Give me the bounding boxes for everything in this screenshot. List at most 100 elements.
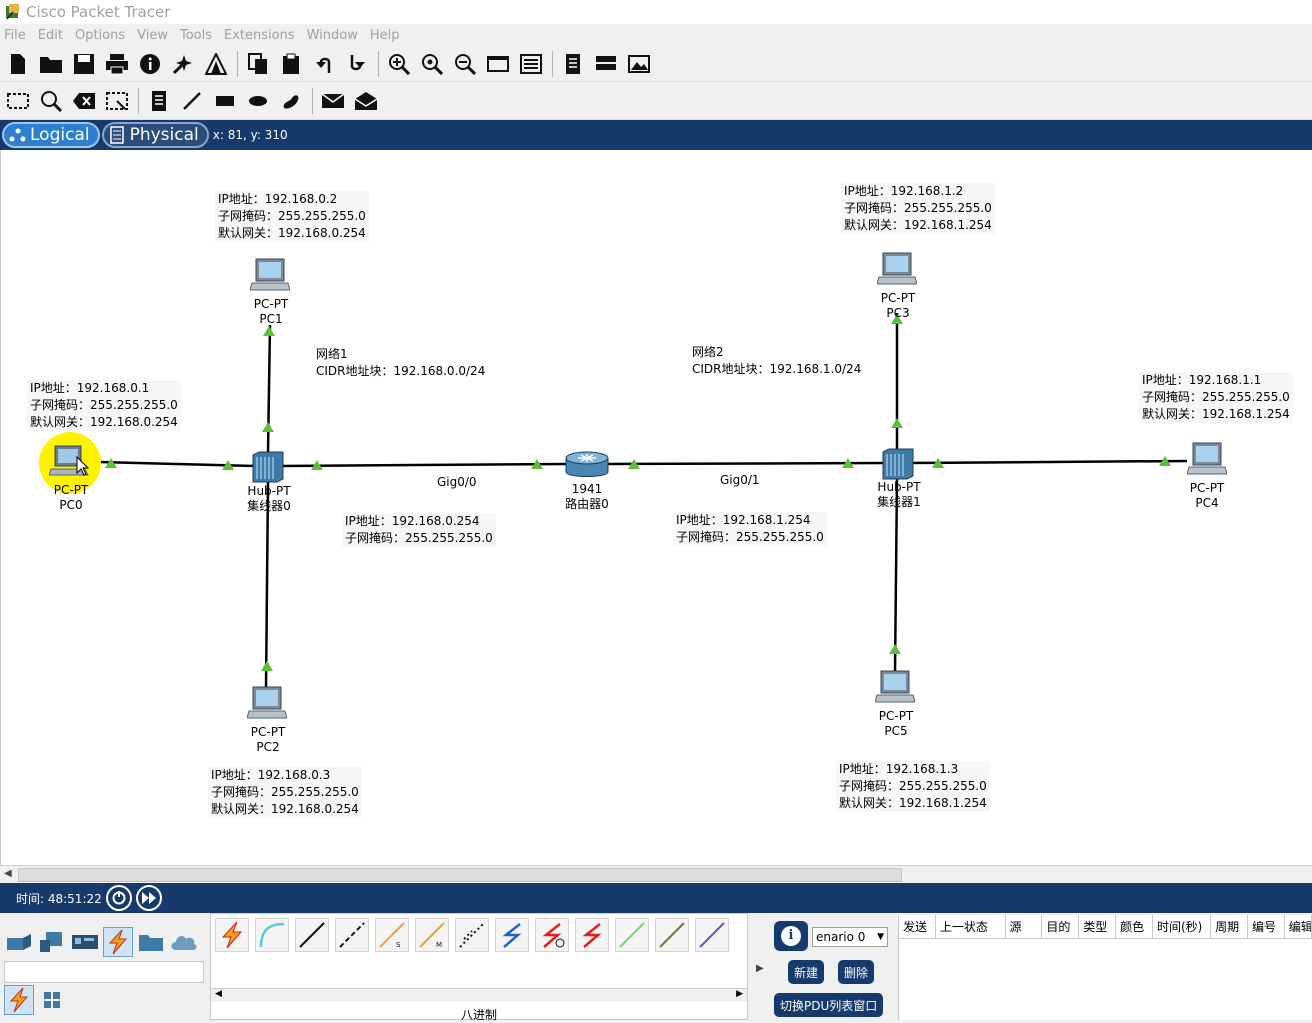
menu-extensions[interactable]: Extensions <box>224 28 295 43</box>
multiuser-button[interactable] <box>169 927 199 957</box>
new-scenario-button[interactable]: 新建 <box>788 960 825 984</box>
note-network2[interactable]: 网络2 CIDR地址块：192.168.1.0/24 <box>689 344 864 378</box>
pc0-icon[interactable] <box>49 445 89 477</box>
workspace-hscrollbar[interactable]: ◀ <box>0 865 1312 883</box>
info-button[interactable] <box>136 50 164 78</box>
subcategory-grid-button[interactable] <box>37 985 67 1015</box>
crossover-button[interactable] <box>335 918 369 952</box>
copy-button[interactable] <box>244 50 272 78</box>
column-header[interactable]: 类型 <box>1079 915 1117 938</box>
pc1-icon[interactable] <box>250 258 290 292</box>
pc5-icon[interactable] <box>875 670 915 704</box>
scroll-thumb[interactable] <box>18 868 902 882</box>
end-devices-button[interactable] <box>37 927 67 957</box>
delete-scenario-button[interactable]: 删除 <box>838 960 875 984</box>
usb-button[interactable] <box>655 918 689 952</box>
column-header[interactable]: 编辑 <box>1285 915 1312 938</box>
iot-custom-button[interactable] <box>615 918 649 952</box>
console-cable-button[interactable] <box>255 918 289 952</box>
phone-button[interactable]: M <box>415 918 449 952</box>
open-button[interactable] <box>37 50 65 78</box>
connection-scrollbar[interactable]: ◀ ▶ <box>211 988 747 1002</box>
inspect-tool-button[interactable] <box>37 87 65 115</box>
save-button[interactable] <box>70 50 98 78</box>
hub1-icon[interactable] <box>881 448 915 480</box>
coaxial-button[interactable] <box>455 918 489 952</box>
column-header[interactable]: 源 <box>1006 915 1043 938</box>
image-button[interactable] <box>625 50 653 78</box>
note-pc0-config[interactable]: IP地址：192.168.0.1 子网掩码：255.255.255.0 默认网关… <box>27 380 181 431</box>
column-header[interactable]: 发送 <box>899 915 936 938</box>
octal-button[interactable] <box>575 918 609 952</box>
pc2-icon[interactable] <box>247 686 287 720</box>
note-pc3-config[interactable]: IP地址：192.168.1.2 子网掩码：255.255.255.0 默认网关… <box>841 183 995 234</box>
print-button[interactable] <box>103 50 131 78</box>
column-header[interactable]: 上一状态 <box>936 915 1006 938</box>
logical-workspace[interactable]: IP地址：192.168.0.2 子网掩码：255.255.255.0 默认网关… <box>0 150 1312 865</box>
column-header[interactable]: 编号 <box>1248 915 1285 938</box>
subcategory-connections-button[interactable] <box>4 985 34 1015</box>
toggle-pdu-list-button[interactable]: 切换PDU列表窗口 <box>774 993 884 1017</box>
straight-through-button[interactable] <box>295 918 329 952</box>
menu-window[interactable]: Window <box>307 28 358 43</box>
note-pc2-config[interactable]: IP地址：192.168.0.3 子网掩码：255.255.255.0 默认网关… <box>208 767 362 818</box>
scroll-left-arrow-icon[interactable]: ◀ <box>215 989 222 999</box>
device-template-button[interactable] <box>592 50 620 78</box>
collapse-arrow-icon[interactable]: ▶ <box>756 963 764 974</box>
power-cycle-button[interactable] <box>105 885 132 911</box>
zoom-reset-button[interactable] <box>418 50 446 78</box>
serial-dte-button[interactable] <box>535 918 569 952</box>
network-info-button[interactable] <box>202 50 230 78</box>
drawing-palette-button[interactable] <box>484 50 512 78</box>
auto-connection-button[interactable] <box>215 918 249 952</box>
wireless-button[interactable] <box>695 918 729 952</box>
hub0-icon[interactable] <box>251 451 285 483</box>
note-gig01-config[interactable]: IP地址：192.168.1.254 子网掩码：255.255.255.0 <box>673 512 827 546</box>
scroll-right-arrow-icon[interactable]: ▶ <box>736 989 743 999</box>
tab-physical[interactable]: Physical <box>101 122 209 148</box>
paste-button[interactable] <box>277 50 305 78</box>
note-network1[interactable]: 网络1 CIDR地址块：192.168.0.0/24 <box>313 346 488 380</box>
resize-tool-button[interactable] <box>103 87 131 115</box>
column-header[interactable]: 时间(秒) <box>1153 915 1212 938</box>
note-pc5-config[interactable]: IP地址：192.168.1.3 子网掩码：255.255.255.0 默认网关… <box>836 761 990 812</box>
select-tool-button[interactable] <box>4 87 32 115</box>
column-header[interactable]: 周期 <box>1211 915 1248 938</box>
zoom-in-button[interactable] <box>385 50 413 78</box>
freeform-button[interactable] <box>277 87 305 115</box>
menu-file[interactable]: File <box>4 28 26 43</box>
scenario-select[interactable]: enario 0 ▼ <box>812 927 888 947</box>
redo-button[interactable] <box>343 50 371 78</box>
connections-button[interactable] <box>103 927 133 957</box>
notes-button[interactable] <box>559 50 587 78</box>
zoom-out-button[interactable] <box>451 50 479 78</box>
draw-ellipse-button[interactable] <box>244 87 272 115</box>
activity-wizard-button[interactable] <box>169 50 197 78</box>
delete-tool-button[interactable] <box>70 87 98 115</box>
serial-dce-button[interactable] <box>495 918 529 952</box>
note-pc1-config[interactable]: IP地址：192.168.0.2 子网掩码：255.255.255.0 默认网关… <box>215 191 369 242</box>
fast-forward-button[interactable] <box>135 885 162 911</box>
add-simple-pdu-button[interactable] <box>319 87 347 115</box>
menu-view[interactable]: View <box>137 28 168 43</box>
new-file-button[interactable] <box>4 50 32 78</box>
add-complex-pdu-button[interactable] <box>352 87 380 115</box>
router0-icon[interactable] <box>564 450 610 480</box>
note-pc4-config[interactable]: IP地址：192.168.1.1 子网掩码：255.255.255.0 默认网关… <box>1139 372 1293 423</box>
menu-options[interactable]: Options <box>75 28 125 43</box>
column-header[interactable]: 目的 <box>1042 915 1080 938</box>
draw-rectangle-button[interactable] <box>211 87 239 115</box>
draw-line-button[interactable] <box>178 87 206 115</box>
scenario-info-button[interactable]: i <box>774 921 808 951</box>
place-note-button[interactable] <box>145 87 173 115</box>
device-search-field[interactable] <box>4 961 204 983</box>
custom-device-button[interactable] <box>517 50 545 78</box>
menu-help[interactable]: Help <box>370 28 400 43</box>
undo-button[interactable] <box>310 50 338 78</box>
menu-edit[interactable]: Edit <box>38 28 63 43</box>
pc4-icon[interactable] <box>1187 442 1227 476</box>
column-header[interactable]: 颜色 <box>1116 915 1153 938</box>
tab-logical[interactable]: Logical <box>2 122 100 148</box>
pc3-icon[interactable] <box>877 252 917 286</box>
note-gig00-config[interactable]: IP地址：192.168.0.254 子网掩码：255.255.255.0 <box>342 513 496 547</box>
